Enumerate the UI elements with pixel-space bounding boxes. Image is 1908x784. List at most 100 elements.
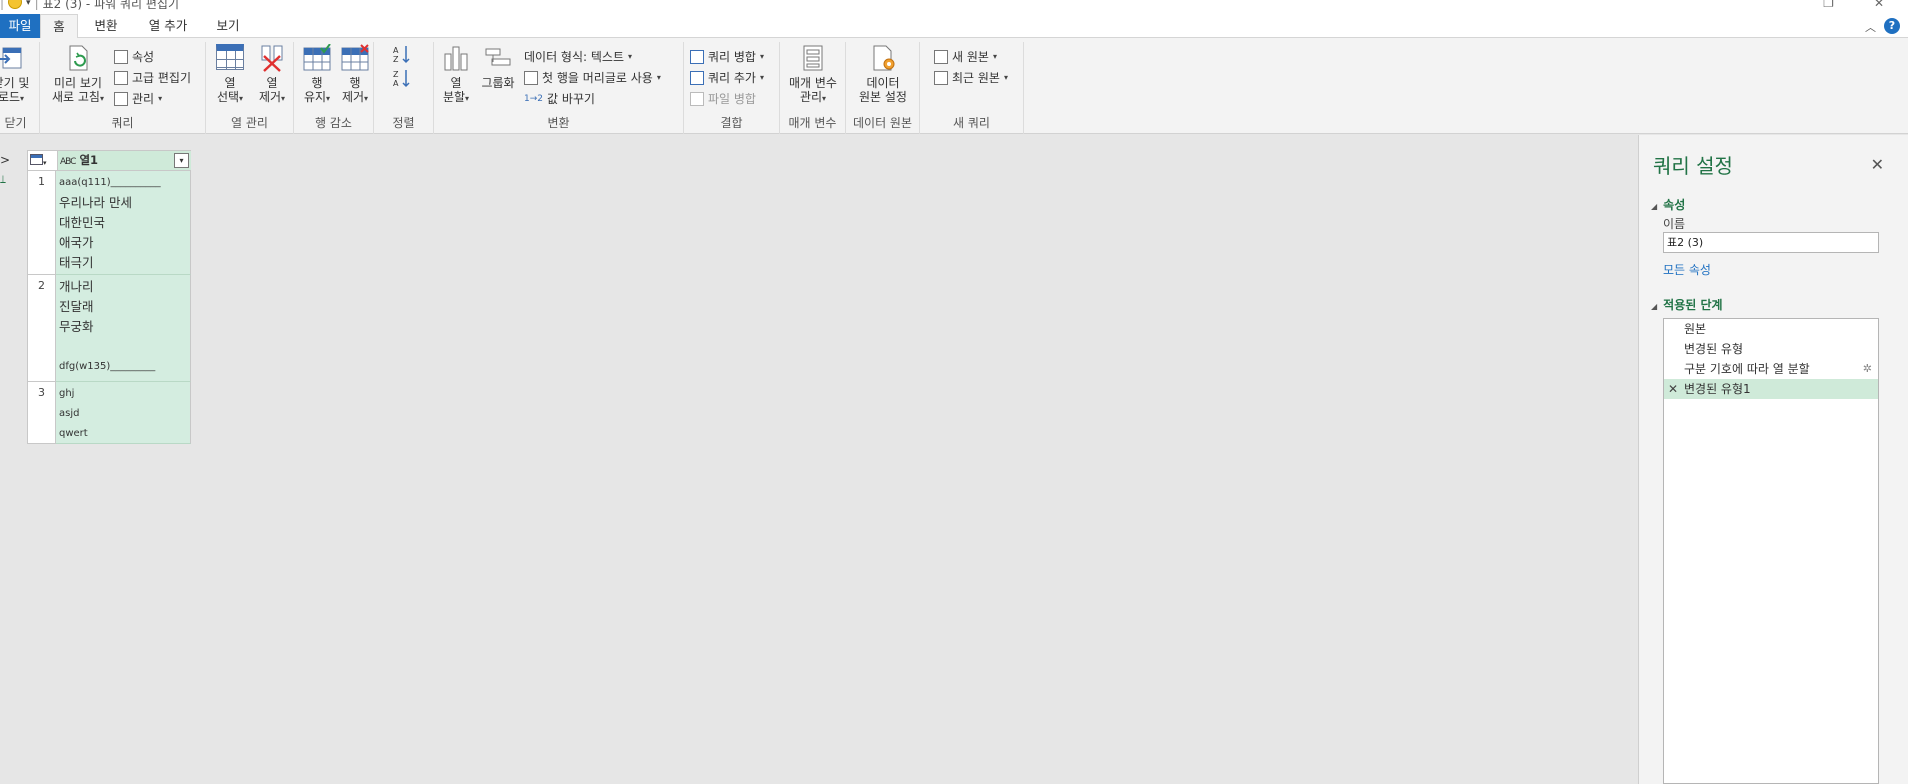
ribbon-group-new-query: 새 원본 ▾ 최근 원본 ▾ 새 쿼리	[920, 42, 1024, 134]
use-first-row-as-headers-button[interactable]: 첫 행을 머리글로 사용 ▾	[524, 69, 661, 87]
applied-step[interactable]: 원본	[1664, 319, 1878, 339]
column-header-col1[interactable]: ABC 열1 ▾	[57, 151, 191, 170]
table-icon	[30, 154, 43, 165]
queries-pane-label-icon[interactable]: ⟘	[0, 175, 6, 186]
caret-down-icon: ▾	[158, 94, 163, 103]
sort-ascending-icon: AZ	[393, 46, 410, 64]
ribbon-group-manage-columns: 열 선택▾ 열 제거▾ 열 관리	[206, 42, 294, 134]
query-name-field[interactable]: 표2 (3)	[1663, 232, 1879, 253]
group-label-transform: 변환	[547, 116, 570, 130]
table-cell[interactable]: ghj asjd qwert	[56, 382, 191, 444]
cell-line: dfg(w135)_________	[59, 361, 156, 372]
data-type-button[interactable]: 데이터 형식: 텍스트 ▾	[524, 48, 632, 66]
advanced-editor-button[interactable]: 고급 편집기	[114, 69, 191, 87]
split-column-label-2-text: 분할	[442, 90, 466, 104]
close-pane-icon[interactable]: ✕	[1871, 155, 1884, 174]
remove-rows-label-1: 행	[349, 76, 361, 90]
manage-table-icon	[114, 92, 128, 106]
tab-home[interactable]: 홈	[40, 14, 78, 39]
manage-button[interactable]: 관리 ▾	[114, 90, 162, 108]
table-cell[interactable]: 개나리 진달래 무궁화 dfg(w135)_________	[56, 275, 191, 382]
table-row[interactable]: 3 ghj asjd qwert	[27, 382, 191, 444]
properties-button[interactable]: 속성	[114, 48, 154, 66]
tab-file[interactable]: 파일	[0, 14, 40, 38]
help-icon[interactable]: ?	[1884, 18, 1900, 34]
data-source-settings-button[interactable]: 데이터 원본 설정	[850, 44, 916, 104]
column-header-label: 열1	[79, 153, 99, 167]
restore-window-icon[interactable]: ❐	[1823, 0, 1834, 10]
split-column-button[interactable]: 열 분할▾	[436, 44, 476, 106]
replace-values-button[interactable]: 1→2 값 바꾸기	[524, 90, 595, 108]
expand-queries-pane-icon[interactable]: >	[0, 153, 10, 167]
choose-columns-button[interactable]: 열 선택▾	[210, 44, 250, 106]
first-row-headers-icon	[524, 71, 538, 85]
data-type-label: 데이터 형식: 텍스트	[524, 50, 624, 64]
close-and-load-button[interactable]: 닫기 및 로드▾	[0, 44, 34, 106]
remove-columns-button[interactable]: 열 제거▾	[252, 44, 292, 106]
ribbon-group-close: 닫기 및 로드▾ 닫기	[0, 42, 40, 134]
ribbon-group-transform: 열 분할▾ 그룹화 데이터 형식: 텍스트 ▾ 첫 행을 머리글로 사용 ▾ 1→2…	[434, 42, 684, 134]
group-label-reduce-rows: 행 감소	[315, 116, 352, 130]
delete-step-icon[interactable]: ✕	[1668, 379, 1678, 399]
choose-columns-icon	[216, 44, 244, 72]
table-cell[interactable]: aaa(q111)__________ 우리나라 만세 대한민국 애국가 태극기	[56, 171, 191, 275]
new-source-label: 새 원본	[952, 50, 989, 64]
manage-parameters-label-2: 관리▾	[784, 90, 842, 106]
merge-queries-button[interactable]: 쿼리 병합 ▾	[690, 48, 764, 66]
table-row[interactable]: 1 aaa(q111)__________ 우리나라 만세 대한민국 애국가 태…	[27, 171, 191, 275]
step-settings-gear-icon[interactable]: ✲	[1863, 359, 1872, 379]
recent-sources-icon	[934, 71, 948, 85]
filter-dropdown-icon[interactable]: ▾	[174, 153, 189, 168]
new-source-icon	[934, 50, 948, 64]
applied-step[interactable]: 구분 기호에 따라 열 분할 ✲	[1664, 359, 1878, 379]
close-window-icon[interactable]: ✕	[1874, 0, 1884, 10]
keep-rows-button[interactable]: 행 유지▾	[298, 43, 336, 106]
applied-steps-section-header[interactable]: ◢ 적용된 단계	[1651, 296, 1723, 313]
caret-down-icon: ▾	[20, 94, 25, 103]
split-column-label-2: 분할▾	[436, 90, 476, 106]
choose-columns-label-2-text: 선택	[216, 90, 240, 104]
text-type-icon[interactable]: ABC	[60, 157, 77, 167]
new-source-button[interactable]: 새 원본 ▾	[934, 48, 997, 66]
sort-descending-button[interactable]: ZA	[384, 68, 420, 91]
smiley-feedback-icon[interactable]	[8, 0, 23, 9]
collapse-triangle-icon: ◢	[1651, 302, 1658, 311]
svg-text:A: A	[393, 79, 399, 88]
keep-rows-label-1: 행	[311, 76, 323, 90]
caret-down-icon: ▾	[822, 94, 827, 103]
remove-rows-button[interactable]: 행 제거▾	[336, 44, 374, 106]
properties-section-header[interactable]: ◢ 속성	[1651, 196, 1685, 213]
remove-columns-label-2: 제거▾	[252, 90, 292, 106]
append-queries-button[interactable]: 쿼리 추가 ▾	[690, 69, 764, 87]
caret-down-icon: ▾	[992, 52, 997, 61]
group-label-close: 닫기	[4, 116, 27, 130]
table-menu-button[interactable]: ▾	[30, 154, 52, 168]
caret-down-icon: ▾	[656, 73, 661, 82]
manage-parameters-button[interactable]: 매개 변수 관리▾	[784, 44, 842, 106]
collapse-ribbon-icon[interactable]: ︿	[1865, 19, 1876, 35]
tab-view[interactable]: 보기	[206, 14, 250, 38]
cell-line: 대한민국	[59, 215, 106, 230]
applied-step-selected[interactable]: ✕ 변경된 유형1	[1664, 379, 1878, 399]
caret-down-icon: ▾	[759, 52, 764, 61]
sort-ascending-button[interactable]: AZ	[384, 44, 420, 67]
group-by-button[interactable]: 그룹화	[478, 44, 518, 90]
group-label-data-sources: 데이터 원본	[852, 116, 912, 130]
group-label-new-query: 새 쿼리	[953, 116, 990, 130]
applied-step[interactable]: 변경된 유형	[1664, 339, 1878, 359]
remove-rows-icon	[341, 44, 369, 72]
all-properties-link[interactable]: 모든 속성	[1663, 261, 1711, 278]
tab-add-column[interactable]: 열 추가	[140, 14, 196, 38]
replace-values-label: 값 바꾸기	[547, 92, 595, 106]
parameters-icon	[799, 44, 827, 72]
caret-down-icon: ▾	[759, 73, 764, 82]
close-and-load-label-2-text: 로드	[0, 90, 21, 104]
refresh-preview-button[interactable]: 미리 보기 새로 고침▾	[46, 44, 110, 106]
quick-access-dropdown-icon[interactable]: ▾	[26, 0, 31, 8]
table-row[interactable]: 2 개나리 진달래 무궁화 dfg(w135)_________	[27, 275, 191, 382]
caret-down-icon: ▾	[43, 159, 47, 167]
group-label-manage-columns: 열 관리	[231, 116, 268, 130]
manage-label: 관리	[132, 92, 155, 106]
tab-transform[interactable]: 변환	[86, 14, 126, 38]
recent-sources-button[interactable]: 최근 원본 ▾	[934, 69, 1008, 87]
